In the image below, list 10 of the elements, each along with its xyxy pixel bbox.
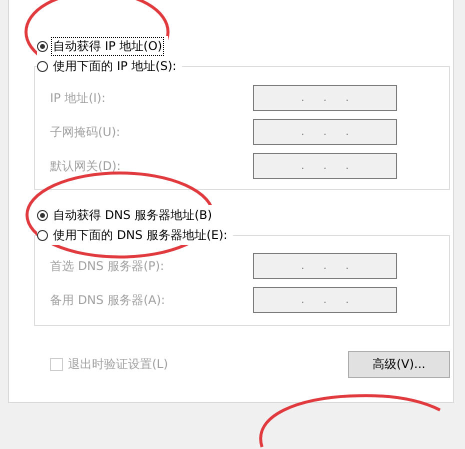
advanced-button[interactable]: 高级(V)...	[348, 351, 450, 378]
field-label: 首选 DNS 服务器(P):	[50, 258, 164, 274]
radio-button[interactable]	[37, 210, 48, 220]
radio-label[interactable]: 自动获得 DNS 服务器地址(B)	[51, 206, 214, 224]
field-label: IP 地址(I):	[50, 90, 106, 106]
radio-button[interactable]	[37, 230, 48, 240]
field-label: 默认网关(D):	[50, 158, 121, 174]
field-label: 备用 DNS 服务器(A):	[50, 292, 166, 308]
field-label: 子网掩码(U):	[50, 124, 120, 140]
radio-label[interactable]: 使用下面的 DNS 服务器地址(E):	[51, 226, 230, 244]
